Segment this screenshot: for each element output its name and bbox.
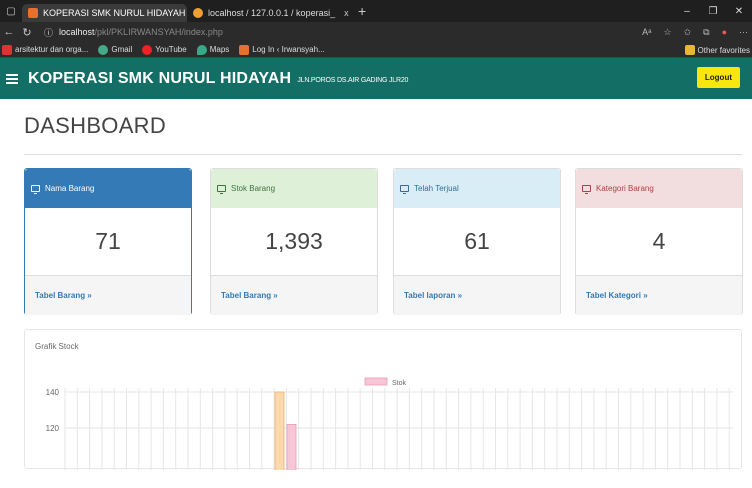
card-telah-terjual: Telah Terjual 61 Tabel laporan » bbox=[393, 168, 561, 315]
legend-label: Stok bbox=[392, 380, 407, 387]
school-address: JLN.POROS DS.AIR GADING JLR20 bbox=[297, 77, 409, 84]
card-label: Kategori Barang bbox=[596, 184, 654, 193]
tab-title: localhost / 127.0.0.1 / koperasi_ bbox=[208, 8, 336, 18]
y-tick-label: 120 bbox=[46, 424, 60, 433]
url-host: localhost bbox=[59, 27, 95, 37]
close-tab-icon[interactable]: x bbox=[344, 8, 349, 18]
other-favorites-label: Other favorites bbox=[697, 45, 750, 55]
bookmark-label: arsitektur dan orga... bbox=[15, 45, 89, 54]
legend-swatch bbox=[364, 377, 388, 386]
url-path: /pkl/PKLIRWANSYAH/index.php bbox=[94, 27, 223, 37]
phpmyadmin-favicon-icon bbox=[193, 8, 203, 18]
window-controls: – ❐ ✕ bbox=[674, 0, 752, 22]
favorite-star-icon[interactable]: ☆ bbox=[664, 27, 672, 38]
card-label: Telah Terjual bbox=[414, 184, 459, 193]
card-label: Nama Barang bbox=[45, 184, 95, 193]
profile-icon[interactable]: ● bbox=[722, 27, 727, 37]
bookmark-item[interactable]: Maps bbox=[196, 44, 230, 55]
monitor-icon bbox=[31, 185, 40, 194]
browser-toolbar-icons: Aᵃ ☆ ✩ ⧉ ● ··· bbox=[642, 22, 748, 42]
card-link[interactable]: Tabel Kategori » bbox=[576, 275, 742, 315]
browser-tab-bar: ▢ KOPERASI SMK NURUL HIDAYAH x localhost… bbox=[0, 0, 752, 22]
favorites-icon[interactable]: ✩ bbox=[684, 27, 692, 38]
bookmark-item[interactable]: Gmail bbox=[98, 44, 133, 55]
restore-icon[interactable]: ❐ bbox=[700, 6, 726, 17]
card-nama-barang: Nama Barang 71 Tabel Barang » bbox=[24, 168, 192, 315]
tab-koperasi[interactable]: KOPERASI SMK NURUL HIDAYAH x bbox=[22, 4, 187, 22]
card-value: 1,393 bbox=[265, 228, 323, 254]
card-link[interactable]: Tabel laporan » bbox=[394, 275, 560, 315]
logout-button[interactable]: Logout bbox=[696, 67, 740, 88]
card-value: 71 bbox=[95, 228, 121, 254]
bookmark-label: Maps bbox=[209, 45, 230, 54]
window-menu-icon[interactable]: ▢ bbox=[0, 0, 22, 22]
app-brand[interactable]: KOPERASI SMK NURUL HIDAYAH bbox=[28, 70, 291, 88]
card-value: 61 bbox=[464, 228, 490, 254]
card-link[interactable]: Tabel Barang » bbox=[211, 275, 377, 315]
koperasi-favicon-icon bbox=[28, 8, 38, 18]
collections-icon[interactable]: ⧉ bbox=[703, 27, 709, 38]
divider bbox=[24, 154, 742, 155]
tab-title: KOPERASI SMK NURUL HIDAYAH bbox=[43, 8, 186, 18]
card-header: Kategori Barang bbox=[576, 169, 742, 208]
card-header: Stok Barang bbox=[211, 169, 377, 208]
gmail-icon bbox=[98, 44, 109, 55]
tab-phpmyadmin[interactable]: localhost / 127.0.0.1 / koperasi_ x bbox=[187, 4, 352, 22]
address-bar: ← ↻ ⓘ localhost/pkl/PKLIRWANSYAH/index.p… bbox=[0, 22, 752, 42]
card-header: Nama Barang bbox=[25, 169, 191, 208]
chart-panel: Grafik Stock 140 120 Stok bbox=[24, 329, 742, 470]
bookmark-label: Gmail bbox=[111, 45, 133, 54]
url-field[interactable]: ⓘ localhost/pkl/PKLIRWANSYAH/index.php bbox=[44, 26, 223, 39]
menu-icon[interactable] bbox=[6, 73, 24, 84]
main-content: DASHBOARD Nama Barang 71 Tabel Barang » … bbox=[0, 99, 752, 470]
bookmark-icon bbox=[239, 44, 250, 55]
back-icon[interactable]: ← bbox=[0, 26, 18, 38]
bookmark-item[interactable]: Log In ‹ Irwansyah... bbox=[239, 44, 325, 55]
youtube-icon bbox=[142, 44, 153, 55]
monitor-icon bbox=[582, 185, 591, 194]
card-link[interactable]: Tabel Barang » bbox=[25, 275, 191, 315]
card-header: Telah Terjual bbox=[394, 169, 560, 208]
bookmark-item[interactable]: YouTube bbox=[142, 44, 187, 55]
more-icon[interactable]: ··· bbox=[739, 27, 748, 37]
monitor-icon bbox=[400, 185, 409, 194]
info-icon: ⓘ bbox=[44, 27, 54, 38]
maps-icon bbox=[196, 44, 207, 55]
new-tab-icon[interactable]: + bbox=[358, 3, 366, 19]
monitor-icon bbox=[217, 185, 226, 194]
app-header: KOPERASI SMK NURUL HIDAYAH JLN.POROS DS.… bbox=[0, 58, 752, 99]
bookmark-icon bbox=[2, 44, 12, 55]
read-aloud-icon[interactable]: Aᵃ bbox=[642, 27, 651, 37]
bookmark-label: Log In ‹ Irwansyah... bbox=[252, 45, 325, 54]
y-tick-label: 140 bbox=[46, 388, 60, 397]
folder-icon bbox=[684, 45, 695, 55]
other-favorites[interactable]: Other favorites bbox=[684, 42, 750, 58]
minimize-icon[interactable]: – bbox=[674, 6, 700, 17]
card-value: 4 bbox=[652, 228, 666, 254]
refresh-icon[interactable]: ↻ bbox=[18, 26, 36, 39]
close-window-icon[interactable]: ✕ bbox=[726, 6, 752, 17]
chart-bar bbox=[286, 424, 297, 470]
bookmark-item[interactable]: arsitektur dan orga... bbox=[2, 44, 89, 55]
card-stok-barang: Stok Barang 1,393 Tabel Barang » bbox=[210, 168, 378, 315]
bookmarks-bar: arsitektur dan orga... Gmail YouTube Map… bbox=[0, 42, 752, 58]
stock-chart: 140 120 Stok bbox=[46, 377, 733, 470]
card-kategori-barang: Kategori Barang 4 Tabel Kategori » bbox=[575, 168, 743, 315]
chart-bar bbox=[274, 391, 285, 470]
card-label: Stok Barang bbox=[231, 184, 276, 193]
page-title: DASHBOARD bbox=[24, 113, 167, 138]
bookmark-label: YouTube bbox=[155, 45, 187, 54]
